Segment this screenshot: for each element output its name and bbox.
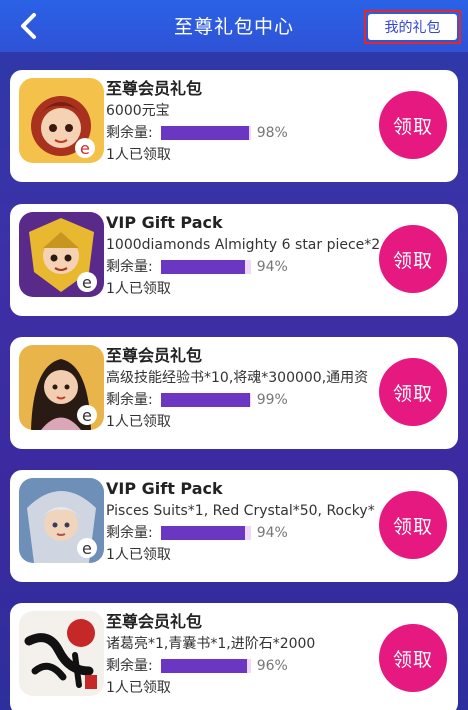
gift-card: 至尊会员礼包 诸葛亮*1,青囊书*1,进阶石*2000 剩余量: 96% 1人已… <box>10 603 458 710</box>
remaining-progress-fill <box>160 126 249 140</box>
gift-card: e VIP Gift Pack 1000diamonds Almighty 6 … <box>10 204 458 316</box>
remaining-progress-bar <box>160 393 251 407</box>
game-icon-calligraphy <box>19 611 104 696</box>
remaining-label: 剩余量: <box>106 125 153 141</box>
claim-button[interactable]: 领取 <box>379 358 447 426</box>
svg-text:e: e <box>82 406 92 425</box>
game-icon-silver-knight: e <box>19 478 104 563</box>
game-icon-golden-warrior: e <box>19 212 104 297</box>
game-icon-red-hair-girl: e <box>19 78 104 163</box>
gift-card: e 至尊会员礼包 6000元宝 剩余量: 98% 1人已领取 领取 <box>10 70 458 182</box>
remaining-label: 剩余量: <box>106 259 153 275</box>
remaining-progress-fill <box>160 659 248 673</box>
claim-button[interactable]: 领取 <box>379 91 447 159</box>
my-gift-highlight: 我的礼包 <box>364 10 461 44</box>
gift-card: e VIP Gift Pack Pisces Suits*1, Red Crys… <box>10 470 458 582</box>
remaining-progress-bar <box>160 659 251 673</box>
remaining-progress-fill <box>160 260 246 274</box>
remaining-progress-bar <box>160 260 251 274</box>
svg-text:e: e <box>80 139 90 158</box>
remaining-percent: 99% <box>256 392 288 408</box>
remaining-percent: 94% <box>256 525 288 541</box>
game-icon-maiden: e <box>19 345 104 430</box>
remaining-label: 剩余量: <box>106 525 153 541</box>
claim-button[interactable]: 领取 <box>379 225 447 293</box>
top-bar: 至尊礼包中心 我的礼包 <box>0 0 468 52</box>
svg-text:e: e <box>82 539 92 558</box>
my-gift-button[interactable]: 我的礼包 <box>368 14 457 40</box>
remaining-progress-fill <box>160 393 250 407</box>
remaining-percent: 96% <box>256 658 288 674</box>
svg-text:e: e <box>82 273 92 292</box>
claim-button[interactable]: 领取 <box>379 491 447 559</box>
gift-center-screen: 至尊礼包中心 我的礼包 e 至尊会员礼包 6000元宝 剩余量: 98% 1人已… <box>0 0 468 710</box>
remaining-label: 剩余量: <box>106 392 153 408</box>
remaining-label: 剩余量: <box>106 658 153 674</box>
claim-button[interactable]: 领取 <box>379 624 447 692</box>
remaining-progress-bar <box>160 526 251 540</box>
remaining-percent: 94% <box>256 259 288 275</box>
remaining-progress-fill <box>160 526 246 540</box>
remaining-progress-bar <box>160 126 251 140</box>
remaining-percent: 98% <box>256 125 288 141</box>
gift-card: e 至尊会员礼包 高级技能经验书*10,将魂*300000,通用资 剩余量: 9… <box>10 337 458 449</box>
